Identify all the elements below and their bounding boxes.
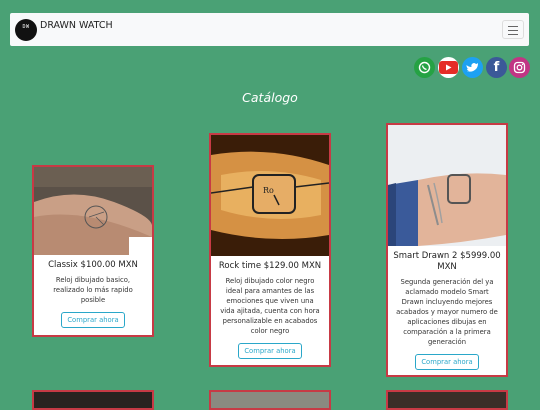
product-description: Reloj dibujado basico, realizado lo más …: [53, 276, 133, 304]
product-description: Segunda generación del ya aclamado model…: [396, 278, 498, 346]
product-card: Classix $100.00 MXN Reloj dibujado basic…: [32, 165, 154, 337]
buy-now-button[interactable]: Comprar ahora: [238, 343, 302, 359]
buy-now-button[interactable]: Comprar ahora: [415, 354, 479, 370]
navbar: DW DRAWN WATCH: [10, 13, 529, 46]
menu-toggle-button[interactable]: [502, 20, 524, 39]
product-title: Classix $100.00 MXN: [48, 260, 138, 270]
product-card: Smart Drawn 2 $5999.00 MXN Segunda gener…: [386, 123, 508, 377]
brand-logo[interactable]: DW: [15, 19, 37, 41]
instagram-icon[interactable]: [509, 57, 530, 78]
brand-name[interactable]: DRAWN WATCH: [40, 20, 113, 31]
product-image: [388, 125, 506, 246]
product-description: Reloj dibujado color negro ideal para am…: [220, 277, 320, 335]
hamburger-icon-line: [508, 30, 518, 31]
product-image: Ro: [211, 135, 329, 256]
product-card-partial: [209, 390, 331, 410]
product-title: Rock time $129.00 MXN: [218, 261, 322, 271]
product-image: [34, 167, 152, 255]
page-title: Catálogo: [242, 90, 298, 105]
youtube-icon[interactable]: [438, 57, 459, 78]
twitter-icon[interactable]: [462, 57, 483, 78]
hamburger-icon: [508, 26, 518, 27]
buy-now-button[interactable]: Comprar ahora: [61, 312, 125, 328]
facebook-icon[interactable]: f: [486, 57, 507, 78]
product-card-partial: [386, 390, 508, 410]
product-card: Ro Rock time $129.00 MXN Reloj dibujado …: [209, 133, 331, 367]
whatsapp-icon[interactable]: [414, 57, 435, 78]
svg-text:Ro: Ro: [263, 186, 274, 195]
product-card-partial: [32, 390, 154, 410]
hamburger-icon-line: [508, 34, 518, 35]
product-title: Smart Drawn 2 $5999.00 MXN: [393, 251, 501, 272]
